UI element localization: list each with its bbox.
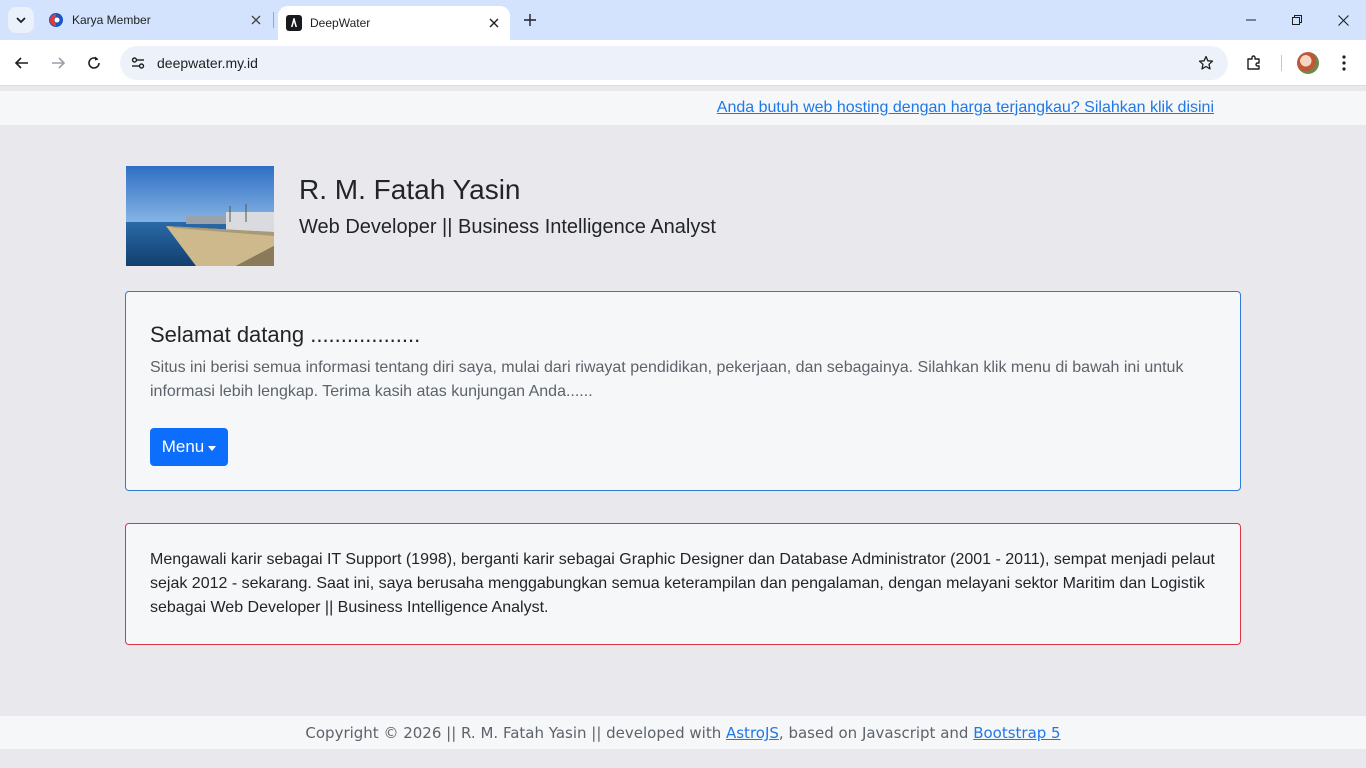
close-icon bbox=[1337, 14, 1349, 26]
minimize-icon bbox=[1246, 19, 1256, 21]
footer-middle-text: , based on Javascript and bbox=[778, 724, 974, 742]
tab-title: Karya Member bbox=[72, 13, 151, 27]
promo-bar: Anda butuh web hosting dengan harga terj… bbox=[0, 91, 1366, 125]
footer-copyright: Copyright © 2026 || R. M. Fatah Yasin ||… bbox=[305, 724, 726, 742]
puzzle-icon bbox=[1247, 55, 1260, 70]
bootstrap-link[interactable]: Bootstrap 5 bbox=[973, 724, 1060, 742]
browser-menu-button[interactable] bbox=[1330, 49, 1358, 77]
tab-separator bbox=[273, 12, 274, 28]
career-text: Mengawali karir sebagai IT Support (1998… bbox=[150, 551, 1215, 616]
back-button[interactable] bbox=[8, 49, 36, 77]
extensions-button[interactable] bbox=[1240, 49, 1268, 77]
welcome-card: Selamat datang .................. Situs … bbox=[125, 291, 1241, 491]
browser-toolbar: deepwater.my.id bbox=[0, 40, 1366, 86]
arrow-left-icon bbox=[14, 57, 28, 69]
welcome-text: Situs ini berisi semua informasi tentang… bbox=[150, 359, 1184, 400]
reload-icon bbox=[88, 56, 100, 69]
forward-button[interactable] bbox=[44, 49, 72, 77]
tab-search-button[interactable] bbox=[8, 7, 34, 33]
restore-icon bbox=[1292, 15, 1302, 25]
tab-karya-member[interactable]: Karya Member bbox=[40, 0, 272, 40]
menu-button-label: Menu bbox=[161, 437, 205, 456]
karya-member-favicon-icon bbox=[48, 12, 64, 28]
plus-icon bbox=[524, 14, 536, 26]
close-window-button[interactable] bbox=[1320, 6, 1366, 34]
toolbar-divider bbox=[1281, 55, 1282, 71]
profile-name: R. M. Fatah Yasin bbox=[299, 174, 521, 205]
hosting-promo-link[interactable]: Anda butuh web hosting dengan harga terj… bbox=[717, 99, 1214, 117]
url-text[interactable]: deepwater.my.id bbox=[157, 55, 258, 71]
chevron-down-icon bbox=[16, 17, 26, 24]
close-tab-icon[interactable] bbox=[484, 13, 504, 33]
minimize-button[interactable] bbox=[1228, 6, 1274, 34]
career-card: Mengawali karir sebagai IT Support (1998… bbox=[125, 523, 1241, 645]
tab-title: DeepWater bbox=[310, 16, 371, 30]
tab-deepwater[interactable]: DeepWater bbox=[278, 6, 510, 40]
profile-photo bbox=[126, 166, 274, 266]
new-tab-button[interactable] bbox=[518, 8, 542, 32]
site-settings-icon[interactable] bbox=[128, 53, 148, 73]
profile-button[interactable] bbox=[1294, 49, 1322, 77]
arrow-right-icon bbox=[52, 57, 66, 69]
profile-role: Web Developer || Business Intelligence A… bbox=[299, 216, 716, 238]
bookmark-star-icon[interactable] bbox=[1196, 53, 1216, 73]
reload-button[interactable] bbox=[80, 49, 108, 77]
astro-favicon-icon bbox=[286, 15, 302, 31]
menu-dropdown-button[interactable]: Menu bbox=[150, 428, 228, 466]
restore-button[interactable] bbox=[1274, 6, 1320, 34]
address-bar[interactable]: deepwater.my.id bbox=[120, 46, 1228, 80]
kebab-menu-icon bbox=[1342, 55, 1346, 71]
welcome-title: Selamat datang .................. bbox=[150, 322, 421, 347]
avatar bbox=[1297, 52, 1319, 74]
tab-strip: Karya Member DeepWater bbox=[0, 0, 1366, 40]
footer: Copyright © 2026 || R. M. Fatah Yasin ||… bbox=[0, 716, 1366, 749]
astrojs-link[interactable]: AstroJS bbox=[726, 724, 779, 742]
page-content: Anda butuh web hosting dengan harga terj… bbox=[0, 87, 1366, 768]
close-tab-icon[interactable] bbox=[246, 10, 266, 30]
caret-down-icon bbox=[208, 445, 217, 451]
